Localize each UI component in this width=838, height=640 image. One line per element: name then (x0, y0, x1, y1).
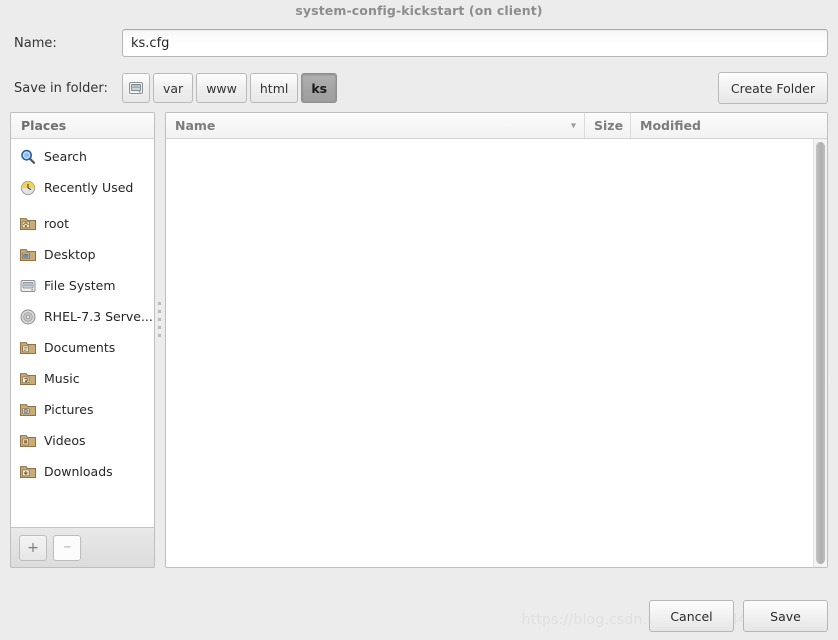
save-in-folder-label: Save in folder: (14, 80, 108, 96)
sidebar-item-label: File System (44, 278, 116, 293)
places-list: Search Recently Used root Desktop File S… (11, 139, 154, 527)
cancel-button[interactable]: Cancel (649, 600, 734, 632)
file-list-body (166, 139, 827, 567)
sidebar-item-label: Music (44, 371, 80, 386)
breadcrumb-item-root[interactable] (122, 73, 150, 103)
save-button[interactable]: Save (743, 600, 828, 632)
sidebar-item-label: Search (44, 149, 87, 164)
sidebar-item-file-system[interactable]: File System (11, 270, 154, 301)
sidebar-item-recently-used[interactable]: Recently Used (11, 172, 154, 203)
drive-icon (19, 277, 37, 295)
column-header-modified[interactable]: Modified (631, 113, 827, 138)
disc-icon (19, 308, 37, 326)
filename-input[interactable] (122, 29, 828, 57)
file-browser: Places Search Recently Used root Desktop… (10, 112, 828, 568)
file-list: Name ▾ Size Modified (165, 112, 828, 568)
places-header: Places (11, 113, 154, 139)
pane-splitter[interactable] (155, 112, 165, 568)
breadcrumb-item-ks[interactable]: ks (301, 73, 338, 103)
file-list-header: Name ▾ Size Modified (166, 113, 827, 139)
clock-icon (19, 179, 37, 197)
sidebar-item-label: Recently Used (44, 180, 134, 195)
sidebar-item-videos[interactable]: Videos (11, 425, 154, 456)
videos-folder-icon (19, 432, 37, 450)
splitter-grip (158, 302, 161, 342)
places-footer: + − (11, 527, 154, 567)
breadcrumb-item-html[interactable]: html (249, 73, 299, 103)
sidebar-item-pictures[interactable]: Pictures (11, 394, 154, 425)
documents-folder-icon (19, 339, 37, 357)
music-folder-icon (19, 370, 37, 388)
file-list-rows[interactable] (166, 139, 813, 567)
breadcrumb-item-var[interactable]: var (153, 73, 194, 103)
sidebar-item-label: root (44, 216, 70, 231)
dialog-action-bar: Cancel Save (649, 600, 828, 632)
scrollbar-thumb[interactable] (816, 142, 825, 564)
breadcrumb: var www html ks (122, 73, 338, 103)
column-header-size[interactable]: Size (585, 113, 631, 138)
sidebar-item-label: Pictures (44, 402, 94, 417)
create-folder-button[interactable]: Create Folder (717, 72, 828, 104)
sidebar-item-root[interactable]: root (11, 208, 154, 239)
drive-icon (128, 80, 144, 96)
home-folder-icon (19, 215, 37, 233)
sidebar-item-label: RHEL-7.3 Serve... (44, 309, 153, 324)
window-title: system-config-kickstart (on client) (295, 3, 543, 18)
chevron-down-icon: ▾ (570, 120, 576, 131)
sidebar-item-rhel-media[interactable]: RHEL-7.3 Serve... (11, 301, 154, 332)
sidebar-item-downloads[interactable]: Downloads (11, 456, 154, 487)
column-header-name-label: Name (175, 118, 216, 133)
sidebar-item-desktop[interactable]: Desktop (11, 239, 154, 270)
sidebar-item-search[interactable]: Search (11, 141, 154, 172)
sidebar-item-music[interactable]: Music (11, 363, 154, 394)
downloads-folder-icon (19, 463, 37, 481)
add-place-button[interactable]: + (19, 534, 47, 561)
save-in-folder-row: Save in folder: var www html ks Create F… (0, 64, 838, 112)
name-label: Name: (14, 35, 57, 51)
desktop-folder-icon (19, 246, 37, 264)
search-icon (19, 148, 37, 166)
column-header-name[interactable]: Name ▾ (166, 113, 585, 138)
name-row: Name: (0, 22, 838, 64)
file-list-scrollbar[interactable] (813, 139, 827, 567)
sidebar-item-documents[interactable]: Documents (11, 332, 154, 363)
places-sidebar: Places Search Recently Used root Desktop… (10, 112, 155, 568)
sidebar-item-label: Downloads (44, 464, 113, 479)
sidebar-item-label: Desktop (44, 247, 96, 262)
breadcrumb-item-www[interactable]: www (196, 73, 247, 103)
remove-place-button[interactable]: − (53, 534, 81, 561)
sidebar-item-label: Documents (44, 340, 116, 355)
sidebar-item-label: Videos (44, 433, 86, 448)
pictures-folder-icon (19, 401, 37, 419)
